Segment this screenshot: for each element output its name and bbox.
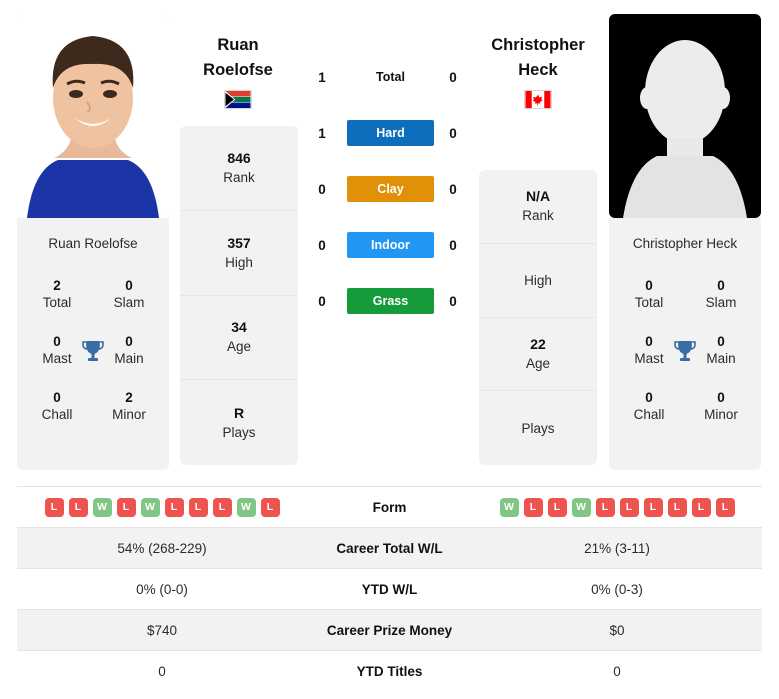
player-photo-left[interactable]	[17, 14, 169, 218]
table-row-label: Career Prize Money	[326, 622, 453, 638]
form-badges-right: WLLWLLLLLL	[472, 497, 762, 517]
stat-age-left: 34 Age	[180, 296, 298, 381]
h2h-left-count-total: 1	[318, 69, 326, 85]
form-badge-l[interactable]: L	[691, 497, 711, 517]
comparison-table: L L W L W L L L W L Form W L L W L L L L L L 54% (268-229) Car…	[17, 486, 762, 691]
stat-high-left: 357 High	[180, 211, 298, 296]
table-cell-left: 54% (268-229)	[117, 540, 207, 556]
form-badge-l[interactable]: L	[667, 497, 687, 517]
h2h-row-indoor: 0 Indoor 0	[300, 232, 480, 258]
trophy-icon-left	[82, 341, 104, 361]
trophy-icon-right	[674, 341, 696, 361]
form-badge-l[interactable]: L	[523, 497, 543, 517]
stat-age-right: 22 Age	[479, 318, 597, 392]
trophy-total-left: 2 Total	[42, 278, 72, 310]
form-badge-l[interactable]: L	[212, 497, 232, 517]
comparison-header-area: Ruan Roelofse 2 Total 0 Slam 0 Mast 0 Ma…	[0, 0, 779, 472]
stat-plays-right: Plays	[521, 420, 555, 436]
table-row: 0% (0-0) YTD W/L 0% (0-3)	[17, 568, 762, 609]
h2h-row-total: 1 Total 0	[300, 64, 480, 90]
h2h-surface-label-clay[interactable]: Clay	[347, 176, 434, 202]
head-to-head-surface-list: 1 Total 0 1 Hard 0 0 Clay 0 0 Indoor 0 0 Grass 0	[300, 0, 480, 472]
h2h-row-hard: 1 Hard 0	[300, 120, 480, 146]
h2h-left-count-clay: 0	[318, 181, 326, 197]
form-badge-l[interactable]: L	[595, 497, 615, 517]
form-badge-l[interactable]: L	[619, 497, 639, 517]
h2h-surface-label-grass[interactable]: Grass	[347, 288, 434, 314]
form-badge-w[interactable]: W	[140, 497, 160, 517]
stat-plays-left: R Plays	[222, 404, 256, 440]
table-row: $740 Career Prize Money $0	[17, 609, 762, 650]
h2h-right-count-indoor: 0	[449, 237, 457, 253]
player-card-right: Christopher Heck 0 Total 0 Slam 0 Mast 0…	[609, 218, 761, 470]
table-cell-left: LLWLWLLLWL	[17, 497, 307, 517]
flag-canada-icon	[524, 90, 552, 109]
trophy-chall-left: 0 Chall	[41, 390, 73, 422]
player-photo-caption-left: Ruan Roelofse	[48, 236, 138, 251]
h2h-surface-label-hard[interactable]: Hard	[347, 120, 434, 146]
player-stats-card-right: N/A Rank High 22 Age Plays	[479, 170, 597, 465]
player-photo-right[interactable]	[609, 14, 761, 218]
form-badge-l[interactable]: L	[547, 497, 567, 517]
trophy-slam-right: 0 Slam	[705, 278, 737, 310]
table-cell-right: $0	[609, 622, 625, 638]
form-badge-l[interactable]: L	[68, 497, 88, 517]
player-comparison-page: Ruan Roelofse 2 Total 0 Slam 0 Mast 0 Ma…	[0, 0, 779, 699]
h2h-surface-label-indoor[interactable]: Indoor	[347, 232, 434, 258]
table-row: 0 YTD Titles 0	[17, 650, 762, 691]
form-badge-w[interactable]: W	[499, 497, 519, 517]
table-row-label: YTD Titles	[356, 663, 423, 679]
h2h-right-count-grass: 0	[449, 293, 457, 309]
form-badge-w[interactable]: W	[92, 497, 112, 517]
player-stats-card-left: 846 Rank 357 High 34 Age R Plays	[180, 126, 298, 465]
flag-south-africa-icon	[224, 90, 252, 109]
h2h-left-count-hard: 1	[318, 125, 326, 141]
trophy-slam-left: 0 Slam	[113, 278, 145, 310]
trophy-minor-right: 0 Minor	[704, 390, 738, 422]
trophy-grid-left: 2 Total 0 Slam 0 Mast 0 Main 0 Chall 2 M…	[17, 277, 169, 447]
table-row-label: Form	[372, 499, 407, 515]
stat-high-right: High	[479, 244, 597, 318]
h2h-left-count-grass: 0	[318, 293, 326, 309]
table-row: L L W L W L L L W L Form W L L W L L L L L L	[17, 486, 762, 527]
form-badge-l[interactable]: L	[44, 497, 64, 517]
table-cell-right: 0% (0-3)	[591, 581, 643, 597]
table-row: 54% (268-229) Career Total W/L 21% (3-11)	[17, 527, 762, 568]
stat-rank-right: N/A Rank	[479, 170, 597, 244]
h2h-surface-label-total: Total	[376, 70, 405, 84]
table-cell-left: $740	[146, 622, 178, 638]
form-badge-l[interactable]: L	[715, 497, 735, 517]
form-badges-left: LLWLWLLLWL	[17, 497, 307, 517]
trophy-minor-left: 2 Minor	[112, 390, 146, 422]
h2h-left-count-indoor: 0	[318, 237, 326, 253]
table-cell-right: 0	[613, 663, 621, 679]
player-portrait-right-icon	[609, 14, 761, 218]
form-badge-l[interactable]: L	[643, 497, 663, 517]
form-badge-l[interactable]: L	[188, 497, 208, 517]
form-badge-w[interactable]: W	[571, 497, 591, 517]
table-cell-right: WLLWLLLLLL	[472, 497, 762, 517]
h2h-right-count-total: 0	[449, 69, 457, 85]
trophy-grid-right: 0 Total 0 Slam 0 Mast 0 Main 0 Chall 0 M…	[609, 277, 761, 447]
table-row-label: YTD W/L	[361, 581, 418, 597]
player-card-left: Ruan Roelofse 2 Total 0 Slam 0 Mast 0 Ma…	[17, 218, 169, 470]
form-badge-l[interactable]: L	[260, 497, 280, 517]
trophy-total-right: 0 Total	[634, 278, 664, 310]
player-photo-caption-right: Christopher Heck	[632, 236, 738, 251]
table-cell-left: 0% (0-0)	[136, 581, 188, 597]
form-badge-l[interactable]: L	[164, 497, 184, 517]
player-name-left[interactable]: Ruan Roelofse	[153, 33, 323, 83]
h2h-right-count-hard: 0	[449, 125, 457, 141]
h2h-row-clay: 0 Clay 0	[300, 176, 480, 202]
form-badge-w[interactable]: W	[236, 497, 256, 517]
h2h-row-grass: 0 Grass 0	[300, 288, 480, 314]
stat-rank-left: 846 Rank	[180, 126, 298, 211]
h2h-right-count-clay: 0	[449, 181, 457, 197]
table-row-label: Career Total W/L	[336, 540, 443, 556]
form-badge-l[interactable]: L	[116, 497, 136, 517]
player-portrait-left-icon	[17, 14, 169, 218]
table-cell-right: 21% (3-11)	[584, 540, 650, 556]
trophy-chall-right: 0 Chall	[633, 390, 665, 422]
table-cell-left: 0	[158, 663, 166, 679]
